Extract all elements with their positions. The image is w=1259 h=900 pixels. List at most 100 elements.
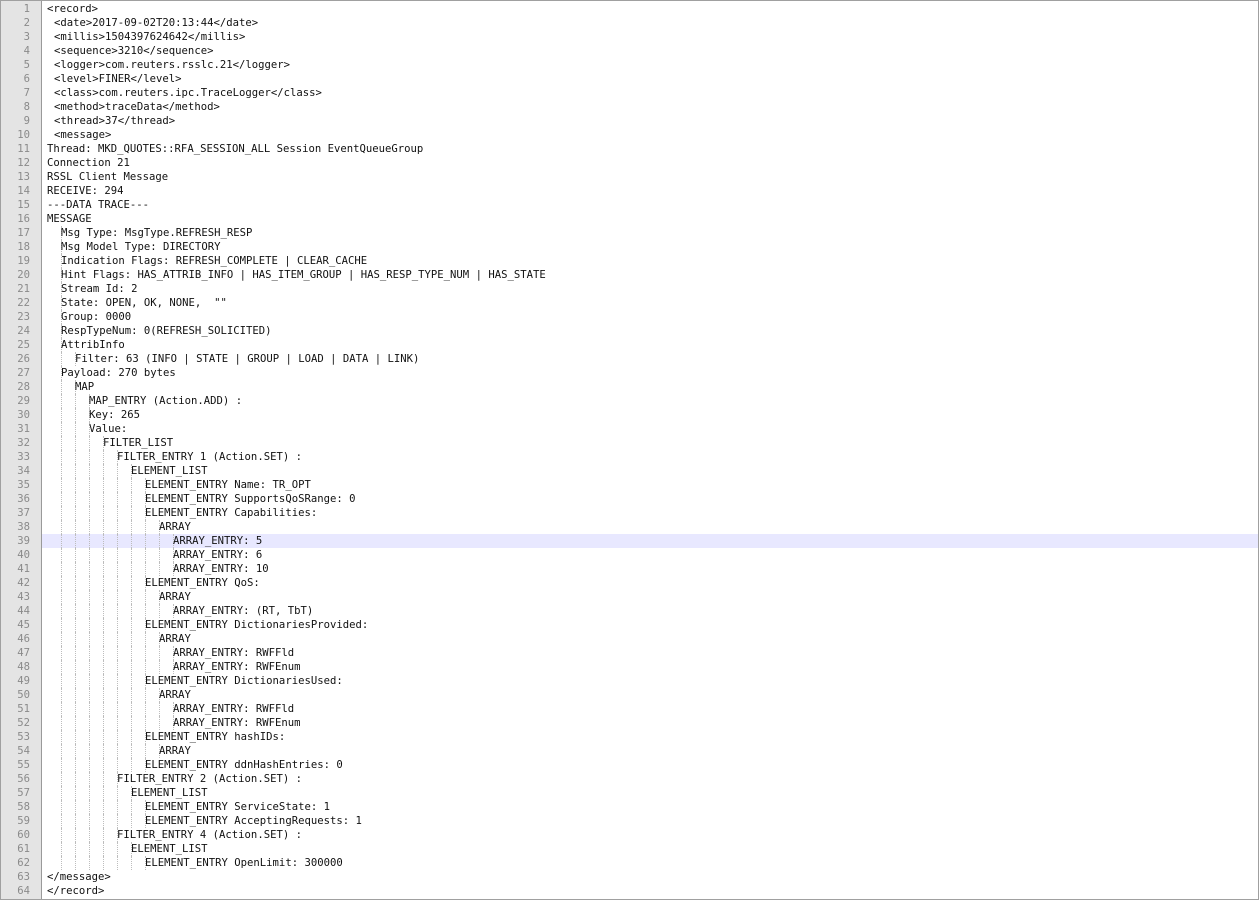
editor-line[interactable]: 57 ELEMENT_LIST [1,786,1258,800]
line-content[interactable]: MESSAGE [42,212,1258,226]
editor-line[interactable]: 32 FILTER_LIST [1,436,1258,450]
line-content[interactable]: FILTER_ENTRY 2 (Action.SET) : [42,772,1258,786]
editor-line[interactable]: 55 ELEMENT_ENTRY ddnHashEntries: 0 [1,758,1258,772]
line-content[interactable]: <record> [42,2,1258,16]
editor-line[interactable]: 12 Connection 21 [1,156,1258,170]
editor-line[interactable]: 51 ARRAY_ENTRY: RWFFld [1,702,1258,716]
line-content[interactable]: FILTER_ENTRY 1 (Action.SET) : [42,450,1258,464]
line-content[interactable]: </record> [42,884,1258,898]
line-content[interactable]: ARRAY [42,744,1258,758]
editor-line[interactable]: 50 ARRAY [1,688,1258,702]
editor-line[interactable]: 3 <millis>1504397624642</millis> [1,30,1258,44]
line-content[interactable]: Stream Id: 2 [42,282,1258,296]
editor-line[interactable]: 42 ELEMENT_ENTRY QoS: [1,576,1258,590]
line-content[interactable]: Key: 265 [42,408,1258,422]
editor-line[interactable]: 45 ELEMENT_ENTRY DictionariesProvided: [1,618,1258,632]
line-content[interactable]: ARRAY_ENTRY: RWFFld [42,646,1258,660]
editor-line[interactable]: 19 Indication Flags: REFRESH_COMPLETE | C… [1,254,1258,268]
editor-line[interactable]: 16 MESSAGE [1,212,1258,226]
line-content[interactable]: <level>FINER</level> [42,72,1258,86]
editor-line[interactable]: 48 ARRAY_ENTRY: RWFEnum [1,660,1258,674]
line-content[interactable]: ARRAY [42,688,1258,702]
editor-line[interactable]: 28 MAP [1,380,1258,394]
line-content[interactable]: FILTER_ENTRY 4 (Action.SET) : [42,828,1258,842]
editor-line[interactable]: 27 Payload: 270 bytes [1,366,1258,380]
editor-line[interactable]: 1 <record> [1,2,1258,16]
line-content[interactable]: </message> [42,870,1258,884]
editor-line[interactable]: 54 ARRAY [1,744,1258,758]
editor-line[interactable]: 7 <class>com.reuters.ipc.TraceLogger</cla… [1,86,1258,100]
line-content[interactable]: ARRAY_ENTRY: (RT, TbT) [42,604,1258,618]
editor-line[interactable]: 2 <date>2017-09-02T20:13:44</date> [1,16,1258,30]
editor-line[interactable]: 35 ELEMENT_ENTRY Name: TR_OPT [1,478,1258,492]
line-content[interactable]: MAP_ENTRY (Action.ADD) : [42,394,1258,408]
editor-line[interactable]: 44 ARRAY_ENTRY: (RT, TbT) [1,604,1258,618]
editor-line[interactable]: 31 Value: [1,422,1258,436]
line-content[interactable]: ELEMENT_ENTRY DictionariesProvided: [42,618,1258,632]
line-content[interactable]: <logger>com.reuters.rsslc.21</logger> [42,58,1258,72]
editor-line[interactable]: 36 ELEMENT_ENTRY SupportsQoSRange: 0 [1,492,1258,506]
line-content[interactable]: <message> [42,128,1258,142]
editor-line[interactable]: 30 Key: 265 [1,408,1258,422]
line-content[interactable]: ---DATA TRACE--- [42,198,1258,212]
line-content[interactable]: Connection 21 [42,156,1258,170]
editor-line[interactable]: 39 ARRAY_ENTRY: 5 [1,534,1258,548]
line-content[interactable]: RSSL Client Message [42,170,1258,184]
editor-line[interactable]: 20 Hint Flags: HAS_ATTRIB_INFO | HAS_ITEM… [1,268,1258,282]
line-content[interactable]: Value: [42,422,1258,436]
editor-line[interactable]: 9 <thread>37</thread> [1,114,1258,128]
line-content[interactable]: <method>traceData</method> [42,100,1258,114]
line-content[interactable]: ELEMENT_ENTRY SupportsQoSRange: 0 [42,492,1258,506]
line-content[interactable]: ARRAY_ENTRY: 6 [42,548,1258,562]
editor-line[interactable]: 15 ---DATA TRACE--- [1,198,1258,212]
editor-line[interactable]: 18 Msg Model Type: DIRECTORY [1,240,1258,254]
line-content[interactable]: ELEMENT_ENTRY hashIDs: [42,730,1258,744]
editor-line[interactable]: 47 ARRAY_ENTRY: RWFFld [1,646,1258,660]
editor-line[interactable]: 8 <method>traceData</method> [1,100,1258,114]
editor-line[interactable]: 52 ARRAY_ENTRY: RWFEnum [1,716,1258,730]
line-content[interactable]: Msg Type: MsgType.REFRESH_RESP [42,226,1258,240]
line-content[interactable]: MAP [42,380,1258,394]
line-content[interactable]: ARRAY [42,590,1258,604]
editor-line[interactable]: 4 <sequence>3210</sequence> [1,44,1258,58]
line-content[interactable]: AttribInfo [42,338,1258,352]
line-content[interactable]: ELEMENT_ENTRY ServiceState: 1 [42,800,1258,814]
editor-line[interactable]: 23 Group: 0000 [1,310,1258,324]
editor-line[interactable]: 5 <logger>com.reuters.rsslc.21</logger> [1,58,1258,72]
editor-line[interactable]: 56 FILTER_ENTRY 2 (Action.SET) : [1,772,1258,786]
line-content[interactable]: ELEMENT_ENTRY AcceptingRequests: 1 [42,814,1258,828]
editor-line[interactable]: 25 AttribInfo [1,338,1258,352]
editor-line[interactable]: 59 ELEMENT_ENTRY AcceptingRequests: 1 [1,814,1258,828]
line-content[interactable]: Msg Model Type: DIRECTORY [42,240,1258,254]
editor-line[interactable]: 43 ARRAY [1,590,1258,604]
editor-line[interactable]: 26 Filter: 63 (INFO | STATE | GROUP | LOA… [1,352,1258,366]
line-content[interactable]: ARRAY [42,632,1258,646]
text-editor[interactable]: 1 <record> 2 <date>2017-09-02T20:13:44</dat… [0,0,1259,900]
editor-line[interactable]: 61 ELEMENT_LIST [1,842,1258,856]
editor-line[interactable]: 38 ARRAY [1,520,1258,534]
line-content[interactable]: Thread: MKD_QUOTES::RFA_SESSION_ALL Sess… [42,142,1258,156]
line-content[interactable]: ARRAY_ENTRY: RWFFld [42,702,1258,716]
line-content[interactable]: Payload: 270 bytes [42,366,1258,380]
editor-line[interactable]: 10 <message> [1,128,1258,142]
editor-line[interactable]: 6 <level>FINER</level> [1,72,1258,86]
line-content[interactable]: ELEMENT_ENTRY Name: TR_OPT [42,478,1258,492]
line-content[interactable]: ARRAY_ENTRY: RWFEnum [42,660,1258,674]
line-content[interactable]: ELEMENT_LIST [42,842,1258,856]
editor-line[interactable]: 24 RespTypeNum: 0(REFRESH_SOLICITED) [1,324,1258,338]
editor-line[interactable]: 37 ELEMENT_ENTRY Capabilities: [1,506,1258,520]
line-content[interactable]: <millis>1504397624642</millis> [42,30,1258,44]
line-content[interactable]: ELEMENT_ENTRY ddnHashEntries: 0 [42,758,1258,772]
editor-line[interactable]: 34 ELEMENT_LIST [1,464,1258,478]
editor-line[interactable]: 29 MAP_ENTRY (Action.ADD) : [1,394,1258,408]
line-content[interactable]: ARRAY_ENTRY: RWFEnum [42,716,1258,730]
editor-line[interactable]: 41 ARRAY_ENTRY: 10 [1,562,1258,576]
line-content[interactable]: RespTypeNum: 0(REFRESH_SOLICITED) [42,324,1258,338]
line-content[interactable]: RECEIVE: 294 [42,184,1258,198]
line-content[interactable]: ELEMENT_ENTRY QoS: [42,576,1258,590]
editor-line[interactable]: 62 ELEMENT_ENTRY OpenLimit: 300000 [1,856,1258,870]
editor-line[interactable]: 21 Stream Id: 2 [1,282,1258,296]
line-content[interactable]: State: OPEN, OK, NONE, "" [42,296,1258,310]
editor-line[interactable]: 11 Thread: MKD_QUOTES::RFA_SESSION_ALL Se… [1,142,1258,156]
editor-line[interactable]: 64 </record> [1,884,1258,898]
